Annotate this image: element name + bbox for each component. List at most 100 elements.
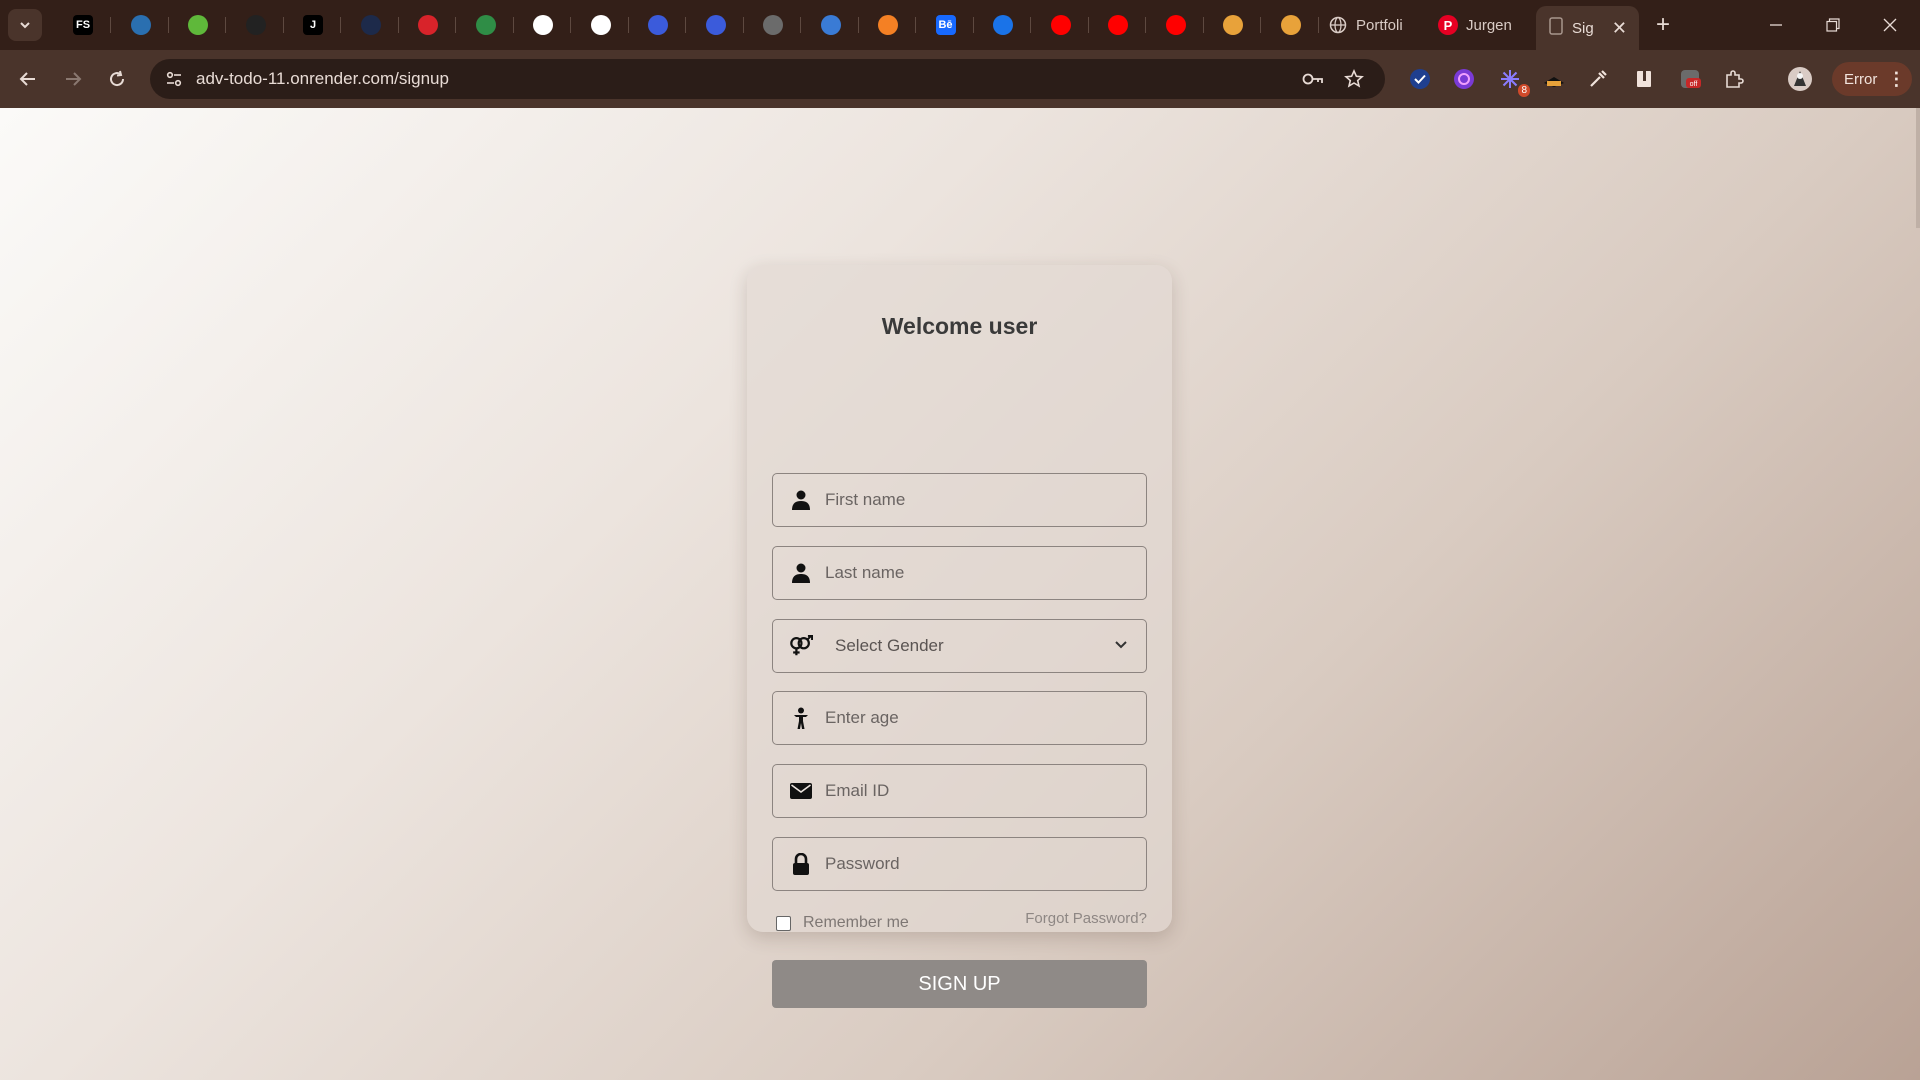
pinned-tab[interactable] [343, 10, 399, 40]
tab-separator [1260, 17, 1261, 33]
extension-check-icon[interactable] [1406, 65, 1434, 93]
minimize-icon [1770, 24, 1782, 26]
behance-icon: Bē [935, 15, 956, 35]
color-picker-icon[interactable] [1584, 65, 1612, 93]
url-text[interactable]: adv-todo-11.onrender.com/signup [196, 69, 449, 89]
pinned-tab[interactable] [1148, 10, 1204, 40]
wave-icon [130, 15, 151, 35]
forgot-password-link[interactable]: Forgot Password? [1025, 910, 1147, 927]
gfg-icon [475, 15, 496, 35]
tab-separator [627, 17, 629, 33]
forward-button[interactable] [57, 63, 89, 95]
pinned-tab[interactable] [1263, 10, 1319, 40]
timer-icon [245, 15, 266, 35]
password-key-icon[interactable] [1301, 67, 1325, 91]
youtube-icon [1165, 15, 1186, 35]
reload-icon [110, 70, 125, 87]
user-icon [789, 561, 813, 585]
password-field[interactable] [772, 837, 1147, 891]
new-tab-button[interactable]: + [1648, 10, 1678, 40]
arrow-right-icon [66, 72, 82, 86]
age-field[interactable] [772, 691, 1147, 745]
tab-signup-active[interactable]: Sig ✕ [1536, 6, 1639, 50]
minimize-button[interactable] [1747, 0, 1805, 50]
last-name-field[interactable] [772, 546, 1147, 600]
signup-button[interactable]: SIGN UP [772, 960, 1147, 1008]
tab-separator [570, 17, 571, 33]
reload-button[interactable] [101, 63, 133, 95]
extension-off-icon[interactable]: off [1676, 65, 1704, 93]
tab-separator [455, 17, 456, 33]
pinned-tab[interactable]: FS [55, 10, 111, 40]
email-field[interactable] [772, 764, 1147, 818]
pinned-tab[interactable]: Bē [918, 10, 974, 40]
restore-icon [1826, 18, 1840, 32]
profile-error-button[interactable]: Error ⋮ [1832, 62, 1912, 96]
pinned-tab[interactable] [170, 10, 226, 40]
pinned-tab[interactable]: J [285, 10, 341, 40]
close-window-button[interactable] [1861, 0, 1919, 50]
pinned-tab[interactable] [803, 10, 859, 40]
pinned-tab[interactable] [745, 10, 801, 40]
tab-separator [1145, 17, 1146, 33]
remember-me[interactable]: Remember me [776, 914, 909, 932]
pinned-tab[interactable] [113, 10, 169, 40]
stack-icon [878, 15, 898, 35]
pinned-tab[interactable] [1090, 10, 1146, 40]
close-tab-icon[interactable]: ✕ [1612, 18, 1627, 39]
extension-purple-icon[interactable] [1450, 65, 1478, 93]
restore-button[interactable] [1804, 0, 1862, 50]
address-bar[interactable]: adv-todo-11.onrender.com/signup [150, 59, 1385, 99]
tab-separator [685, 17, 686, 33]
pinned-tab[interactable] [228, 10, 284, 40]
error-label: Error [1844, 70, 1878, 88]
back-button[interactable] [12, 63, 44, 95]
gender-select[interactable]: Select Gender [772, 619, 1147, 673]
remember-checkbox[interactable] [776, 915, 791, 931]
tab-separator [1087, 17, 1089, 33]
site-info-icon[interactable] [162, 67, 186, 91]
extension-cap-icon[interactable] [1540, 65, 1568, 93]
remember-label: Remember me [803, 914, 909, 931]
extension-spark-icon[interactable]: 8 [1496, 65, 1530, 97]
last-name-input[interactable] [825, 563, 1125, 583]
age-input[interactable] [825, 708, 1125, 728]
tab-portfolio[interactable]: Portfoli [1318, 10, 1430, 40]
bookmark-star-icon[interactable] [1342, 67, 1366, 91]
pinned-tab[interactable] [1033, 10, 1089, 40]
tab-separator [800, 17, 801, 33]
email-input[interactable] [825, 781, 1125, 801]
page-scrollbar[interactable] [1916, 108, 1920, 228]
leaf-icon [188, 15, 208, 35]
gender-icon [789, 634, 813, 658]
password-input[interactable] [825, 854, 1125, 874]
pinned-tab[interactable] [630, 10, 686, 40]
first-name-input[interactable] [825, 490, 1125, 510]
mountain-icon [1280, 15, 1301, 35]
tab-separator [1030, 17, 1031, 33]
tab-search-button[interactable] [8, 9, 42, 41]
compass-icon [648, 15, 668, 35]
tab-separator [512, 17, 514, 33]
arrow-left-icon [19, 72, 35, 86]
globe-stripe-icon [820, 15, 841, 35]
user-icon [789, 488, 813, 512]
pinned-tab[interactable] [1205, 10, 1261, 40]
pinned-tab[interactable] [400, 10, 456, 40]
extension-badge: 8 [1518, 84, 1530, 97]
play-circle-icon [993, 15, 1013, 35]
extension-book-icon[interactable] [1630, 65, 1658, 93]
signup-card: Welcome user Select Gender [747, 265, 1172, 1008]
pinned-tab[interactable] [688, 10, 744, 40]
pinned-tab[interactable] [515, 10, 571, 40]
extensions-puzzle-icon[interactable] [1720, 65, 1748, 93]
tab-jurgen[interactable]: P Jurgen [1428, 10, 1536, 40]
first-name-field[interactable] [772, 473, 1147, 527]
tab-separator [167, 17, 169, 33]
pinned-tab[interactable] [975, 10, 1031, 40]
pinned-tab[interactable] [458, 10, 514, 40]
pinned-tab[interactable] [860, 10, 916, 40]
profile-avatar-icon[interactable] [1786, 65, 1814, 93]
network-icon [763, 15, 783, 35]
pinned-tab[interactable] [573, 10, 629, 40]
